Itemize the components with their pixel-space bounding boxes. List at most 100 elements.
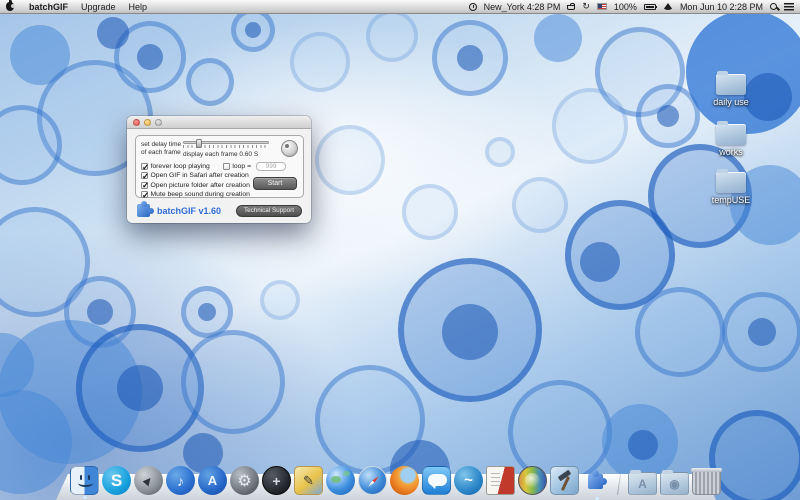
folder-label: daily use [700,97,762,107]
wallpaper-circle [315,125,385,195]
zoom-button[interactable] [155,119,162,126]
checkbox-box[interactable] [141,191,148,198]
dock-icon-openoffice[interactable]: ~ [454,466,483,495]
checkbox-box[interactable] [223,163,230,170]
wallpaper-circle [181,330,285,434]
dock-icon-google-earth[interactable] [326,466,355,495]
dock-icon-batchgif[interactable] [582,466,611,495]
start-button[interactable]: Start [253,177,297,190]
checkbox-mute-beep[interactable]: Mute beep sound during creation [141,191,250,198]
checkbox-box[interactable] [141,182,148,189]
dock-icon-users-folder[interactable]: ◉ [660,472,689,495]
running-indicator [82,496,87,499]
menu-upgrade[interactable]: Upgrade [81,2,116,12]
dock-icon-launcher-rocket[interactable]: ▲ [134,466,163,495]
dock: S ▲ ♪ A ⚙ + ✎ ~ A ◉ [56,460,716,500]
wallpaper-circle [657,105,679,127]
menu-bar: batchGIF Upgrade Help New_York 4:28 PM ↻… [0,0,800,14]
wallpaper-circle [198,303,216,321]
wallpaper-circle [552,88,628,164]
wallpaper-circle [186,58,234,106]
dock-icon-safari[interactable] [358,466,387,495]
dock-icon-paint-tool[interactable]: ✎ [294,466,323,495]
menu-help[interactable]: Help [129,2,148,12]
menu-list-icon[interactable] [784,3,794,11]
wallpaper-circle [117,365,163,411]
wallpaper-circle [442,304,498,360]
dock-icon-system-preferences[interactable]: ⚙ [230,466,259,495]
desktop: batchGIF Upgrade Help New_York 4:28 PM ↻… [0,0,800,500]
dock-icon-itunes[interactable]: ♪ [166,466,195,495]
apple-menu-icon[interactable] [6,2,14,11]
menu-datetime[interactable]: Mon Jun 10 2:28 PM [680,2,763,12]
minimize-button[interactable] [144,119,151,126]
wallpaper-circle [97,17,129,49]
dock-icon-messages[interactable] [422,466,451,495]
dock-icon-red-book-documents[interactable] [486,466,515,495]
wallpaper-circle [245,22,261,38]
slider-thumb[interactable] [196,139,202,148]
cart-icon[interactable] [567,5,575,10]
checkbox-loop-count[interactable]: loop = [223,163,251,170]
dock-icon-trash[interactable] [692,469,721,495]
checkbox-forever-loop[interactable]: forever loop playing [141,163,210,170]
wallpaper [0,0,800,500]
folder-icon [716,172,746,193]
dock-icon-developer-hammer-tool[interactable] [550,466,579,495]
wallpaper-circle [748,318,776,346]
batchgif-window: set delay time of each frame display eac… [127,116,311,223]
wallpaper-circle [457,45,483,71]
menu-app-name[interactable]: batchGIF [29,2,68,12]
desktop-folder-daily-use[interactable]: daily use [700,74,762,107]
folder-icon [716,124,746,145]
wallpaper-circle [402,184,458,240]
desktop-folder-works[interactable]: works [700,124,762,157]
dock-icon-app-store[interactable]: A [198,466,227,495]
delay-label: set delay time of each frame [141,141,181,156]
wallpaper-circle [485,137,515,167]
dock-icon-color-media-app[interactable] [518,466,547,495]
dock-icon-applications-folder[interactable]: A [628,472,657,495]
batchgif-puzzle-logo-icon [137,204,150,217]
wallpaper-circle [534,14,582,62]
checkbox-box[interactable] [141,172,148,179]
settings-groupbox: set delay time of each frame display eac… [135,135,304,198]
wallpaper-circle [709,410,800,500]
wallpaper-circle [87,299,113,325]
dock-icon-finder[interactable] [70,466,99,495]
technical-support-button[interactable]: Technical Support [236,205,302,217]
spotlight-icon[interactable] [770,3,777,10]
dock-icon-dark-dial-utility[interactable]: + [262,466,291,495]
folder-icon [716,74,746,95]
folder-label: tempUSE [700,195,762,205]
checkbox-open-folder[interactable]: Open picture folder after creation [141,182,250,189]
delay-dial-knob[interactable] [281,140,298,157]
slider-track[interactable] [183,141,269,144]
checkbox-box[interactable] [141,163,148,170]
world-clock-text[interactable]: New_York 4:28 PM [484,2,561,12]
input-language-flag-icon[interactable] [597,3,607,10]
desktop-folder-tempuse[interactable]: tempUSE [700,172,762,205]
wallpaper-circle [260,280,300,320]
checkbox-open-safari[interactable]: Open GIF in Safari after creation [141,172,249,179]
delay-slider[interactable] [183,141,269,148]
wallpaper-circle [628,430,658,460]
wallpaper-circle [512,177,568,233]
finder-smile [78,479,93,487]
sync-icon[interactable]: ↻ [582,2,590,11]
battery-icon[interactable] [644,4,656,10]
window-titlebar[interactable] [127,116,311,129]
wallpaper-circle [290,32,350,92]
battery-percentage[interactable]: 100% [614,2,637,12]
close-button[interactable] [133,119,140,126]
wallpaper-circle [366,10,418,62]
wallpaper-circle [635,287,725,377]
dock-icon-firefox[interactable] [390,466,419,495]
app-brand-version: batchGIF v1.60 [157,206,221,216]
frame-display-text: display each frame 0.60 S [183,151,258,158]
wifi-icon[interactable] [663,3,673,10]
dock-icon-skype[interactable]: S [102,466,131,495]
world-clock-icon[interactable] [469,3,477,11]
dock-separator [617,467,622,495]
loop-count-field[interactable] [256,162,286,171]
